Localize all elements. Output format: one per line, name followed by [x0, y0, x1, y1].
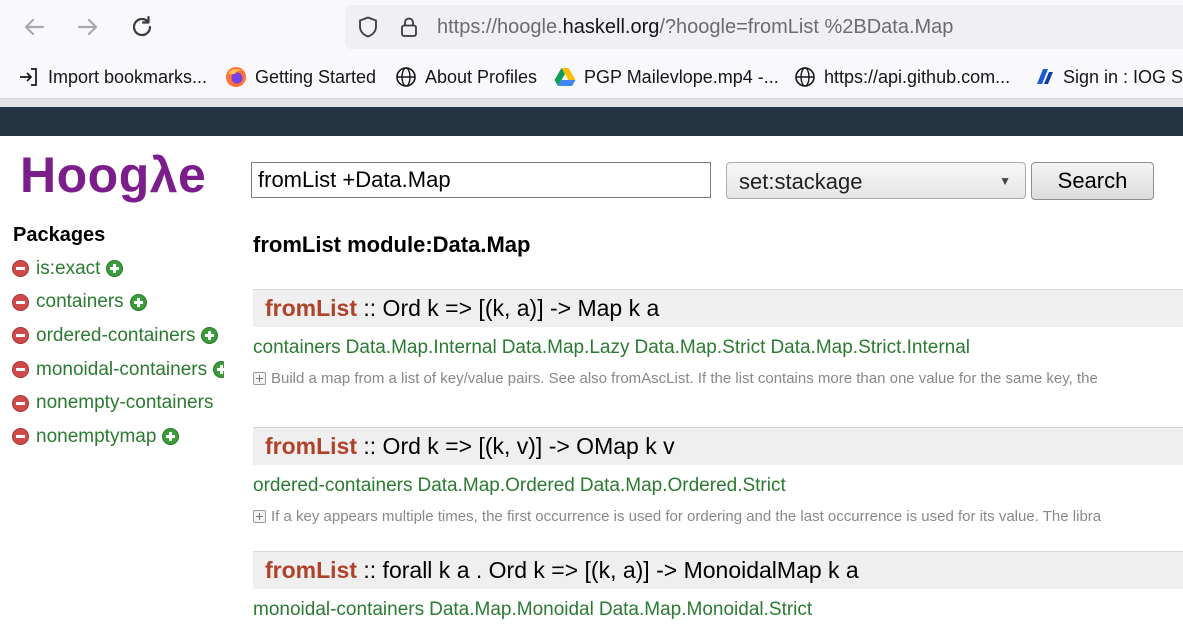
module-link[interactable]: Data.Map.Ordered	[417, 475, 574, 496]
module-link[interactable]: Data.Map.Ordered.Strict	[580, 475, 786, 496]
function-name-link[interactable]: fromList	[265, 433, 357, 460]
module-link[interactable]: Data.Map.Lazy	[502, 337, 630, 358]
search-button[interactable]: Search	[1031, 162, 1154, 200]
include-plus-icon[interactable]	[201, 327, 219, 345]
package-link[interactable]: ordered-containers	[36, 325, 195, 347]
type-signature: :: forall k a . Ord k => [(k, a)] -> Mon…	[363, 557, 859, 583]
reload-button[interactable]	[125, 10, 159, 44]
toolbar-divider	[0, 99, 1183, 107]
url-text[interactable]: https://hoogle.haskell.org/?hoogle=fromL…	[437, 16, 953, 39]
firefox-icon	[225, 66, 247, 88]
address-bar[interactable]: https://hoogle.haskell.org/?hoogle=fromL…	[345, 5, 1183, 49]
bookmark-github-api[interactable]: https://api.github.com...	[794, 56, 1010, 98]
shield-icon[interactable]	[356, 15, 380, 39]
result-signature: fromList :: Ord k => [(k, v)] -> OMap k …	[253, 427, 1183, 465]
globe-icon	[395, 66, 417, 88]
package-link[interactable]: nonemptymap	[36, 426, 156, 448]
result-signature: fromList :: Ord k => [(k, a)] -> Map k a	[253, 289, 1183, 327]
exclude-minus-icon[interactable]	[12, 361, 29, 379]
result-doc: If a key appears multiple times, the fir…	[253, 508, 1183, 525]
scope-value: set:stackage	[739, 169, 863, 194]
search-input[interactable]	[251, 162, 711, 198]
forward-button[interactable]	[71, 10, 105, 44]
result-item: fromList :: Ord k => [(k, v)] -> OMap k …	[253, 427, 1183, 525]
doc-text: If a key appears multiple times, the fir…	[271, 508, 1102, 525]
bookmark-label: Import bookmarks...	[48, 66, 208, 87]
back-arrow-icon	[24, 18, 45, 36]
result-item: fromList :: forall k a . Ord k => [(k, a…	[253, 551, 1183, 621]
exclude-minus-icon[interactable]	[12, 327, 29, 345]
packages-list: is:exact containers ordered-containers m…	[12, 252, 224, 454]
import-icon	[18, 66, 40, 88]
lock-icon[interactable]	[397, 15, 421, 39]
bookmark-label: Sign in : IOG Sin	[1063, 66, 1183, 87]
forward-arrow-icon	[77, 18, 98, 36]
bookmark-label: PGP Mailevlope.mp4 -...	[584, 66, 779, 87]
package-link[interactable]: containers	[253, 337, 341, 358]
package-item: ordered-containers	[12, 319, 224, 353]
expand-plus-icon[interactable]	[253, 372, 266, 385]
exclude-minus-icon[interactable]	[12, 428, 29, 446]
module-link[interactable]: Data.Map.Monoidal	[429, 599, 594, 620]
package-link[interactable]: containers	[36, 291, 124, 313]
result-item: fromList :: Ord k => [(k, a)] -> Map k a…	[253, 289, 1183, 387]
reload-icon	[132, 15, 152, 37]
function-name-link[interactable]: fromList	[265, 557, 357, 584]
hoogle-logo[interactable]: Hoogλe	[20, 146, 206, 204]
back-button[interactable]	[17, 10, 51, 44]
package-item: monoidal-containers	[12, 353, 224, 387]
query-heading: fromList module:Data.Map	[253, 232, 531, 257]
include-plus-icon[interactable]	[162, 428, 180, 446]
package-link[interactable]: nonempty-containers	[36, 392, 213, 414]
bookmark-label: About Profiles	[425, 66, 538, 87]
result-modules: containers Data.Map.Internal Data.Map.Lazy…	[253, 337, 1183, 359]
type-signature: :: Ord k => [(k, v)] -> OMap k v	[363, 433, 675, 459]
google-drive-icon	[554, 66, 576, 88]
exclude-minus-icon[interactable]	[12, 394, 29, 412]
package-item: containers	[12, 286, 224, 320]
browser-toolbar: https://hoogle.haskell.org/?hoogle=fromL…	[0, 0, 1183, 56]
exclude-minus-icon[interactable]	[12, 293, 29, 311]
result-modules: ordered-containers Data.Map.Ordered Data.M…	[253, 475, 1183, 497]
bookmark-pgp[interactable]: PGP Mailevlope.mp4 -...	[554, 56, 779, 98]
bookmarks-toolbar: Import bookmarks... Getting Started Abou…	[0, 56, 1183, 99]
scope-select[interactable]: set:stackage ▼	[726, 162, 1026, 199]
result-modules: monoidal-containers Data.Map.Monoidal Data…	[253, 599, 1183, 621]
bookmark-iog-signin[interactable]: Sign in : IOG Sin	[1033, 56, 1183, 98]
function-name-link[interactable]: fromList	[265, 295, 357, 322]
package-link[interactable]: is:exact	[36, 258, 100, 280]
module-link[interactable]: Data.Map.Internal	[346, 337, 497, 358]
bookmark-label: https://api.github.com...	[824, 66, 1011, 87]
packages-heading: Packages	[13, 224, 106, 246]
expand-plus-icon[interactable]	[253, 510, 266, 523]
package-item: is:exact	[12, 252, 224, 286]
package-item: nonemptymap	[12, 420, 224, 454]
package-item: nonempty-containers	[12, 386, 224, 420]
globe-icon	[794, 66, 816, 88]
bookmark-import[interactable]: Import bookmarks...	[18, 56, 207, 98]
module-link[interactable]: Data.Map.Monoidal.Strict	[599, 599, 812, 620]
package-link[interactable]: monoidal-containers	[253, 599, 424, 620]
bookmark-getting-started[interactable]: Getting Started	[225, 56, 376, 98]
bookmark-about-profiles[interactable]: About Profiles	[395, 56, 537, 98]
include-plus-icon[interactable]	[129, 293, 147, 311]
package-link[interactable]: ordered-containers	[253, 475, 412, 496]
result-signature: fromList :: forall k a . Ord k => [(k, a…	[253, 551, 1183, 589]
module-link[interactable]: Data.Map.Strict.Internal	[770, 337, 970, 358]
hoogle-header-bar	[0, 107, 1183, 136]
doc-text: Build a map from a list of key/value pai…	[271, 370, 1098, 387]
type-signature: :: Ord k => [(k, a)] -> Map k a	[363, 295, 660, 321]
exclude-minus-icon[interactable]	[12, 260, 29, 278]
iog-icon	[1033, 66, 1055, 88]
package-link[interactable]: monoidal-containers	[36, 359, 207, 381]
include-plus-icon[interactable]	[106, 260, 124, 278]
bookmark-label: Getting Started	[255, 66, 377, 87]
include-plus-icon[interactable]	[213, 361, 224, 379]
result-doc: Build a map from a list of key/value pai…	[253, 370, 1183, 387]
dropdown-arrow-icon: ▼	[999, 174, 1011, 188]
module-link[interactable]: Data.Map.Strict	[635, 337, 766, 358]
